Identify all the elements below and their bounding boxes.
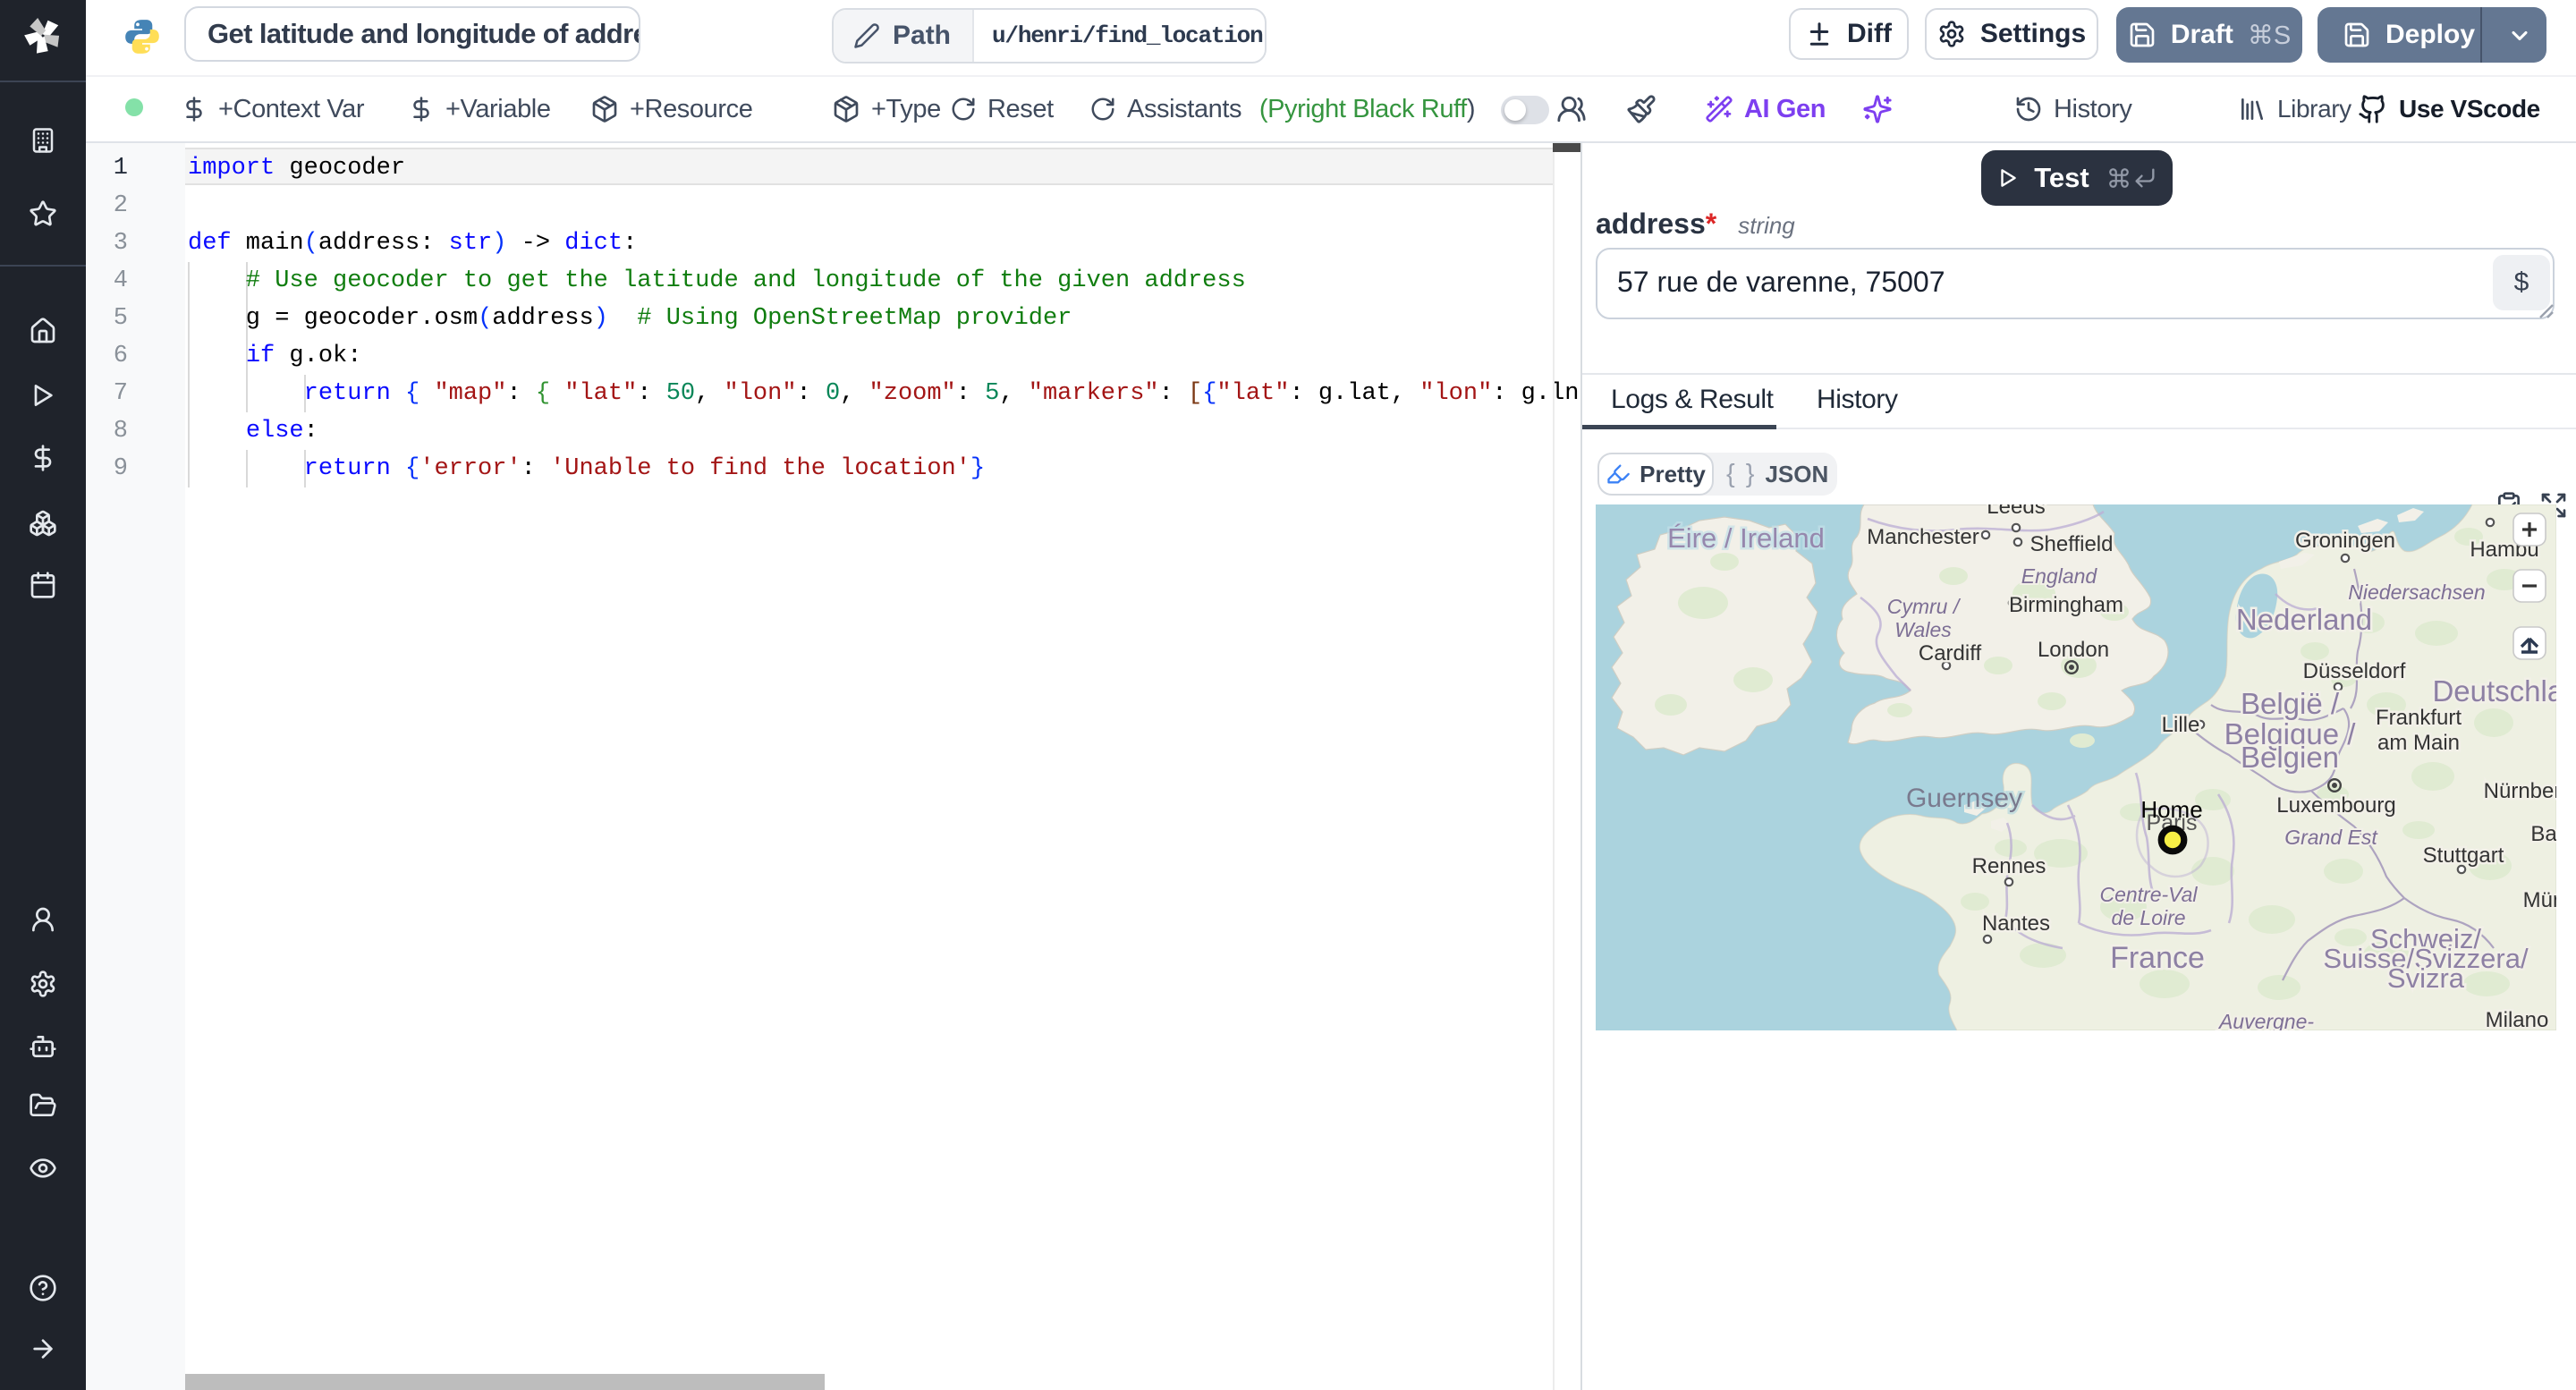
svg-text:Grand Est: Grand Est (2284, 826, 2378, 849)
svg-text:England: England (2021, 564, 2098, 588)
svg-text:Stuttgart: Stuttgart (2423, 843, 2504, 868)
svg-text:Svizra: Svizra (2387, 962, 2465, 994)
svg-text:Luxembourg: Luxembourg (2276, 793, 2395, 818)
svg-text:Cardiff: Cardiff (1919, 641, 1982, 665)
svg-text:Milano: Milano (2486, 1008, 2549, 1030)
svg-text:Sheffield: Sheffield (2030, 532, 2114, 556)
svg-text:Lille: Lille (2162, 713, 2200, 737)
svg-text:Auvergne-: Auvergne- (2217, 1010, 2314, 1030)
svg-text:Nederland: Nederland (2236, 603, 2372, 636)
svg-text:Düsseldorf: Düsseldorf (2303, 659, 2406, 683)
svg-text:Birmingham: Birmingham (2009, 593, 2123, 617)
svg-text:Niedersachsen: Niedersachsen (2348, 581, 2485, 604)
svg-text:Nürnber: Nürnber (2484, 779, 2556, 803)
svg-text:Rennes: Rennes (1972, 854, 2046, 878)
svg-text:Frankfurt: Frankfurt (2376, 706, 2462, 730)
svg-text:België /: België / (2241, 687, 2340, 720)
svg-text:Manchester: Manchester (1867, 525, 1979, 549)
svg-text:Guernsey: Guernsey (1906, 784, 2022, 813)
svg-text:France: France (2110, 941, 2205, 975)
svg-text:London: London (2038, 638, 2109, 662)
svg-text:Groningen: Groningen (2295, 529, 2395, 553)
svg-text:Leeds: Leeds (1987, 504, 2045, 519)
svg-text:Münc: Münc (2523, 888, 2556, 912)
svg-text:Cymru /: Cymru / (1887, 595, 1962, 618)
svg-text:Centre-Val: Centre-Val (2099, 883, 2198, 906)
svg-text:Éire / Ireland: Éire / Ireland (1667, 522, 1825, 554)
svg-text:de Loire: de Loire (2111, 906, 2185, 929)
svg-text:Wales: Wales (1894, 618, 1952, 641)
svg-text:Nantes: Nantes (1982, 911, 2050, 936)
svg-text:Belgien: Belgien (2241, 741, 2339, 774)
svg-text:Home: Home (2140, 796, 2202, 823)
svg-text:Ba: Ba (2530, 822, 2556, 846)
svg-text:am Main: am Main (2377, 731, 2460, 755)
svg-text:Deutschlan: Deutschlan (2432, 674, 2556, 708)
